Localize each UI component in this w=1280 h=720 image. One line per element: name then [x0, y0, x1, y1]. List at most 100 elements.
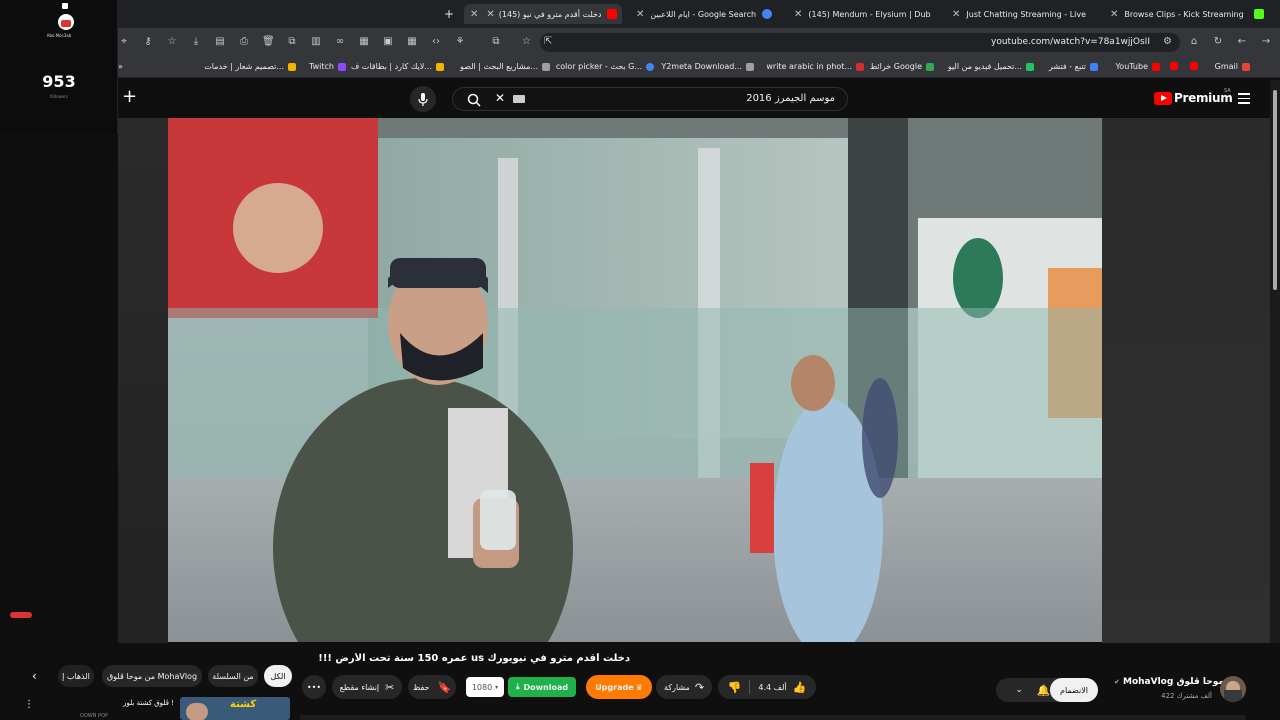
tracker-icon: [1090, 62, 1098, 71]
dislike-icon[interactable]: 👎: [728, 681, 742, 694]
bookmark-twitch[interactable]: Twitch: [309, 62, 346, 71]
location-icon[interactable]: ⌖: [118, 36, 130, 48]
tab-label: Just Chatting Streaming - Live: [966, 9, 1087, 19]
apps-icon[interactable]: ▣: [382, 36, 394, 48]
grid-icon[interactable]: ▦: [358, 36, 370, 48]
address-bar[interactable]: ☆ ⇱ youtube.com/watch?v=78a1wjjOsII ⚙: [522, 33, 1180, 52]
bookmark-color-picker[interactable]: color picker - بحث G...: [556, 62, 654, 71]
close-icon[interactable]: ✕: [794, 9, 802, 20]
chip-from-series[interactable]: من السلسلة: [208, 665, 258, 687]
bookmark-write-arabic[interactable]: write arabic in phot...: [766, 62, 864, 71]
tab-youtube-mendum[interactable]: ✕ (145) Mendum - Elysium | Dub: [788, 4, 938, 24]
code-icon[interactable]: ‹›: [430, 36, 442, 48]
tab-google-search[interactable]: ✕ ايام اللاعبين - Google Search: [630, 4, 780, 24]
youtube-icon: [607, 9, 617, 19]
chip-travel[interactable]: الذهاب إ: [58, 665, 94, 687]
back-icon[interactable]: ←: [1236, 36, 1248, 48]
create-icon[interactable]: +: [122, 88, 138, 106]
print-icon[interactable]: ⎙: [238, 36, 250, 48]
search-icon[interactable]: [467, 92, 481, 111]
reload-icon[interactable]: ↻: [1212, 36, 1224, 48]
page-scrollbar[interactable]: [1270, 80, 1280, 720]
key-icon[interactable]: ⚷: [142, 36, 154, 48]
more-actions-button[interactable]: •••: [302, 675, 326, 699]
channel-avatar[interactable]: [1220, 676, 1246, 702]
more-vert-icon[interactable]: ⋮: [24, 699, 34, 710]
bookmarks-overflow-icon[interactable]: »: [118, 62, 123, 71]
bookmark-gmail[interactable]: Gmail: [1215, 62, 1250, 71]
popup-icon[interactable]: ⧉: [490, 36, 502, 48]
new-tab-button[interactable]: +: [444, 4, 458, 24]
capture-icon[interactable]: ⧉: [286, 36, 298, 48]
close-icon[interactable]: ✕: [1110, 9, 1118, 20]
table-icon[interactable]: ▦: [406, 36, 418, 48]
bookmark-star-icon[interactable]: ☆: [522, 36, 531, 47]
browser-toolbar: ⌖ ⚷ ☆ ⤓ ▤ ⎙ 🗑 ⧉ ▥ ∞ ▦ ▣ ▦ ‹› ⚘ ⧉ ☆ ⇱ you…: [0, 28, 1280, 56]
search-input[interactable]: موسم الجيمرز 2016: [746, 93, 835, 104]
youtube-logo-icon[interactable]: [1154, 92, 1172, 105]
join-button[interactable]: الانضمام: [1050, 678, 1098, 702]
link-icon[interactable]: ∞: [334, 36, 346, 48]
clear-search-icon[interactable]: ✕: [495, 91, 505, 105]
bookmark-like-card[interactable]: لايك كارد | بطاقات ف...: [351, 62, 444, 71]
bookmark-projects[interactable]: مشاريع البحث | الصو...: [460, 62, 550, 71]
like-icon[interactable]: 👍: [793, 681, 807, 694]
bookmark-y2meta[interactable]: Y2meta Download...: [661, 62, 754, 71]
open-icon[interactable]: ⇱: [544, 36, 552, 47]
download-icon[interactable]: ⤓: [190, 36, 202, 48]
close-icon[interactable]: ✕: [486, 9, 494, 20]
channel-name[interactable]: ✔ MohaVlog موحا ڤلوق: [1114, 677, 1224, 687]
chip-from-channel[interactable]: من موحا ڤلوق MohaVlog: [102, 665, 202, 687]
keyboard-icon[interactable]: [513, 95, 525, 103]
video-title: دخلت أقدم مترو في نيويورك us عمره 150 سن…: [318, 653, 630, 664]
menu-icon[interactable]: [1238, 93, 1250, 104]
bookmark-video-download[interactable]: تحميل فيديو من اليو...: [948, 62, 1034, 71]
upgrade-button[interactable]: Upgrade ♛: [586, 675, 652, 699]
follower-count: 953: [42, 72, 76, 91]
chevron-down-icon: ▾: [495, 683, 499, 691]
save-button[interactable]: حفظ 🔖: [408, 675, 456, 699]
tab-kick-clips[interactable]: ✕ Browse Clips - Kick Streaming: [1104, 4, 1280, 24]
home-icon[interactable]: ⌂: [1188, 36, 1200, 48]
site-settings-icon[interactable]: ⚙: [1163, 36, 1172, 47]
scrollbar-thumb[interactable]: [1273, 90, 1277, 290]
tab-label: (145) دخلت أقدم مترو في نيو: [498, 9, 602, 19]
tab-youtube-active[interactable]: ✕ ✕ (145) دخلت أقدم مترو في نيو: [464, 4, 622, 24]
reader-icon[interactable]: ▥: [310, 36, 322, 48]
like-count: 4.4 ألف: [758, 682, 787, 692]
tab-kick-live[interactable]: ✕ Just Chatting Streaming - Live: [946, 4, 1096, 24]
extension-icon[interactable]: ⚘: [454, 36, 466, 48]
video-player[interactable]: [168, 118, 1102, 642]
site-icon: [542, 62, 550, 71]
bookmark-youtube-2[interactable]: [1166, 62, 1178, 70]
bookmark-maps[interactable]: خرائط Google: [870, 62, 934, 71]
trash-icon[interactable]: 🗑: [262, 36, 275, 48]
scissors-icon: ✂: [385, 680, 395, 694]
bookmark-youtube-1[interactable]: [1186, 62, 1198, 70]
star-icon[interactable]: ☆: [166, 36, 178, 48]
mute-icon[interactable]: ✕: [470, 9, 478, 20]
close-icon[interactable]: ✕: [636, 9, 644, 20]
bookmark-youtube[interactable]: YouTube: [1115, 62, 1160, 71]
recommended-title[interactable]: ڤلوق كشتة بلور !: [118, 699, 174, 707]
chevron-left-icon[interactable]: ‹: [32, 669, 37, 683]
clip-button[interactable]: إنشاء مقطع ✂: [332, 675, 402, 699]
recommended-thumbnail[interactable]: كشتة: [180, 697, 290, 720]
bookmark-icon: 🔖: [437, 680, 452, 694]
maps-icon: [926, 62, 934, 71]
forward-icon[interactable]: →: [1260, 36, 1272, 48]
close-icon[interactable]: ✕: [952, 9, 960, 20]
download-button[interactable]: ⤓ Download: [508, 677, 576, 697]
voice-search-button[interactable]: [410, 86, 436, 112]
search-box[interactable]: ✕ موسم الجيمرز 2016: [452, 87, 848, 111]
note-icon[interactable]: ▤: [214, 36, 226, 48]
status-dot: [62, 3, 68, 9]
share-icon: ↷: [694, 680, 705, 694]
bookmark-logo-design[interactable]: تصميم شعار | خدمات...: [204, 62, 296, 71]
bookmark-tracker[interactable]: تتبع - فتشر: [1049, 62, 1098, 71]
gmail-icon: [1242, 62, 1250, 71]
quality-select[interactable]: 1080 ▾: [466, 677, 504, 697]
description-box[interactable]: [300, 715, 1246, 720]
chip-all[interactable]: الكل: [264, 665, 292, 687]
share-button[interactable]: مشاركة ↷: [656, 675, 712, 699]
